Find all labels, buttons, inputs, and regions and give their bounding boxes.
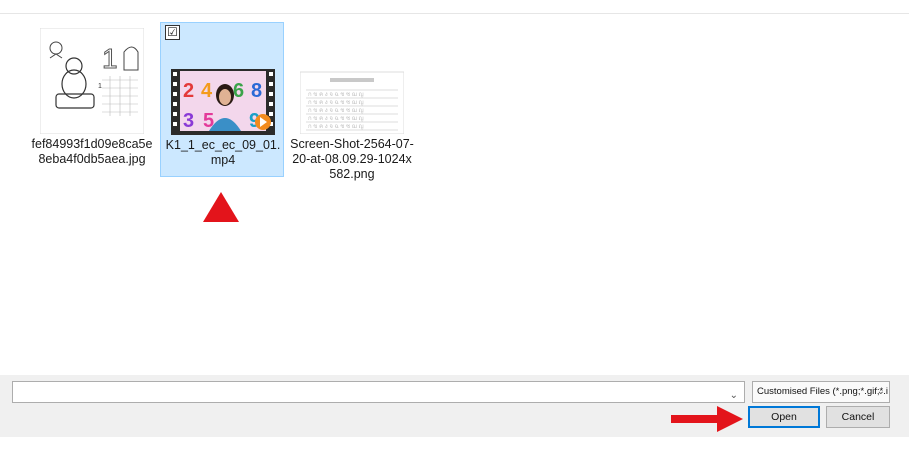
- svg-text:ก ข ค ง จ ฉ ช ซ ฌ ญ: ก ข ค ง จ ฉ ช ซ ฌ ญ: [308, 107, 364, 114]
- file-name: K1_1_ec_ec_09_01.mp4: [165, 138, 281, 167]
- video-digit: 8: [251, 80, 262, 102]
- cancel-button[interactable]: Cancel: [826, 406, 890, 428]
- svg-text:ก ข ค ง จ ฉ ช ซ ฌ ญ: ก ข ค ง จ ฉ ช ซ ฌ ญ: [308, 99, 364, 106]
- image-thumbnail-icon: 1 1: [40, 28, 144, 134]
- dialog-bottom-bar: ⌄ Customised Files (*.png;*.gif;*.i ⌄ Op…: [0, 375, 909, 437]
- video-digit: 3: [183, 110, 194, 132]
- file-item-selected[interactable]: ☑ 2 4 6 8 3 5 9 K1_1_ec_ec_09_01.mp4: [160, 22, 284, 177]
- file-type-selected: Customised Files (*.png;*.gif;*.i: [757, 386, 888, 397]
- chevron-down-icon[interactable]: ⌄: [877, 382, 885, 402]
- svg-text:ก ข ค ง จ ฉ ช ซ ฌ ญ: ก ข ค ง จ ฉ ช ซ ฌ ญ: [308, 123, 364, 130]
- file-open-dialog: 1 1 fef84993f1d09e8ca5e8eba4f0db5aea.jpg…: [0, 0, 909, 452]
- file-item[interactable]: 1 1 fef84993f1d09e8ca5e8eba4f0db5aea.jpg: [30, 22, 154, 177]
- file-name-input[interactable]: ⌄: [12, 381, 745, 403]
- svg-text:ก ข ค ง จ ฉ ช ซ ฌ ญ: ก ข ค ง จ ฉ ช ซ ฌ ญ: [308, 115, 364, 122]
- red-arrow-right-icon: [671, 406, 743, 432]
- video-digit: 6: [233, 80, 244, 102]
- video-digit: 4: [201, 80, 213, 102]
- worksheet-small-number: 1: [98, 83, 102, 90]
- svg-text:ก ข ค ง จ ฉ ช ซ ฌ ญ: ก ข ค ง จ ฉ ช ซ ฌ ญ: [308, 91, 364, 98]
- image-thumbnail-icon: ก ข ค ง จ ฉ ช ซ ฌ ญ ก ข ค ง จ ฉ ช ซ ฌ ญ …: [300, 71, 404, 134]
- video-digit: 2: [183, 80, 194, 102]
- chevron-down-icon[interactable]: ⌄: [730, 386, 738, 406]
- red-triangle-pointer-icon: [203, 192, 239, 222]
- video-thumbnail-icon: 2 4 6 8 3 5 9: [171, 69, 275, 135]
- file-name: Screen-Shot-2564-07-20-at-08.09.29-1024x…: [290, 137, 414, 181]
- file-name: fef84993f1d09e8ca5e8eba4f0db5aea.jpg: [31, 137, 153, 166]
- file-item[interactable]: ก ข ค ง จ ฉ ช ซ ฌ ญ ก ข ค ง จ ฉ ช ซ ฌ ญ …: [290, 22, 414, 181]
- divider: [0, 13, 909, 14]
- file-type-select[interactable]: Customised Files (*.png;*.gif;*.i ⌄: [752, 381, 890, 403]
- worksheet-number-text: 1: [102, 43, 118, 74]
- open-button[interactable]: Open: [748, 406, 820, 428]
